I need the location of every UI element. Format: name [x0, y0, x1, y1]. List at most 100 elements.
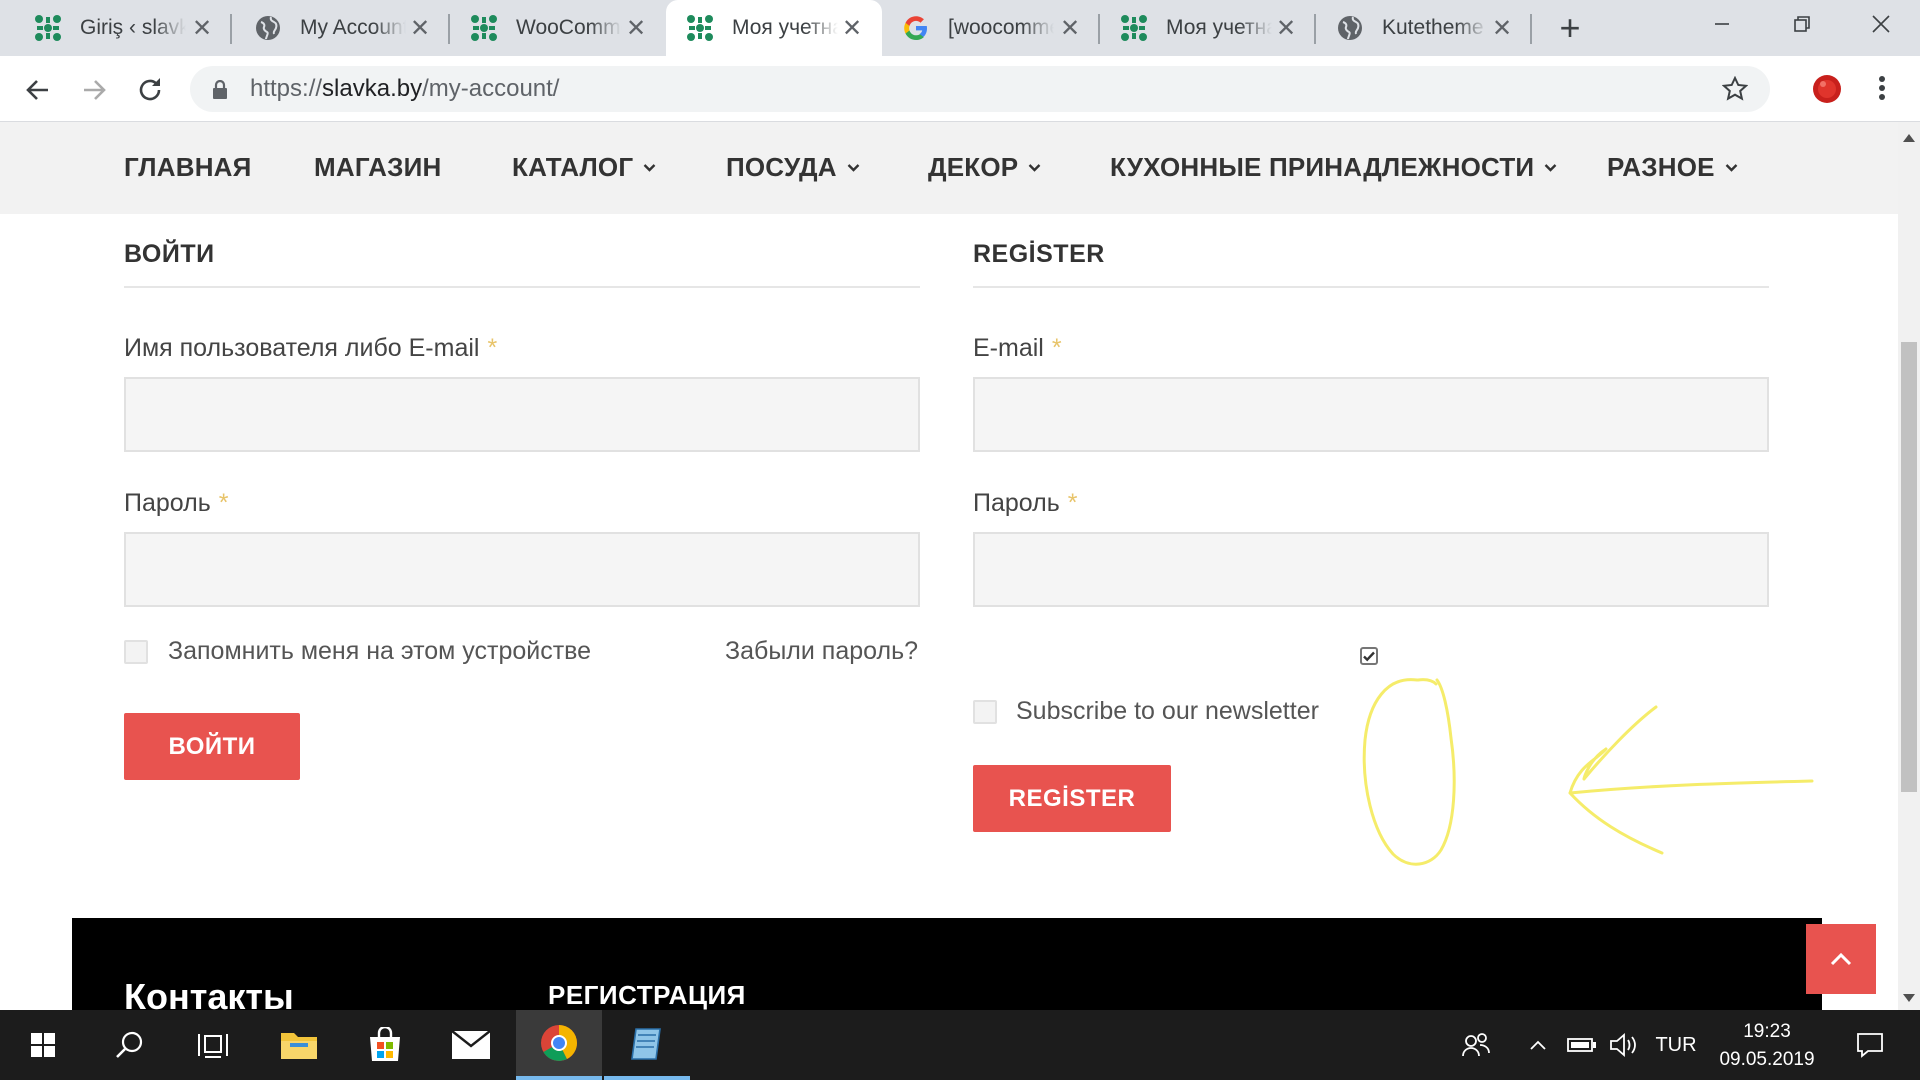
nav-item-dishes[interactable]: ПОСУДА — [726, 152, 860, 183]
yellow-annotation-circle-arrow — [1362, 678, 1814, 866]
remember-me-label: Запомнить меня на этом устройстве — [168, 637, 592, 665]
close-icon[interactable]: ✕ — [840, 15, 864, 42]
volume-icon[interactable] — [1606, 1010, 1640, 1080]
address-bar[interactable]: https://slavka.by/my-account/ — [190, 66, 1770, 112]
url-path: /my-account/ — [422, 75, 560, 102]
minimize-icon[interactable] — [1682, 0, 1762, 48]
globe-icon — [1336, 14, 1364, 42]
chrome-taskbar-icon[interactable] — [516, 1010, 602, 1080]
language-text: TUR — [1655, 1033, 1697, 1056]
system-clock[interactable]: 19:23 09.05.2019 — [1700, 1018, 1834, 1074]
nav-item-label: ГЛАВНАЯ — [124, 152, 252, 182]
chevron-down-icon — [643, 164, 656, 172]
tab-title: Моя учетная — [1166, 16, 1272, 39]
register-email-label: E-mail * — [973, 334, 1062, 363]
newsletter-checkbox[interactable] — [973, 700, 997, 724]
browser-tab-2[interactable]: My Account ✕ — [232, 0, 450, 56]
store-icon[interactable] — [342, 1010, 428, 1080]
divider — [124, 286, 920, 288]
browser-tab-1[interactable]: Giriş ‹ slavka ✕ — [0, 0, 232, 56]
url-scheme: https:// — [250, 75, 323, 102]
browser-tab-7[interactable]: Kutetheme ✕ — [1316, 0, 1532, 56]
login-password-label-text: Пароль — [124, 489, 211, 517]
browser-tab-strip: Giriş ‹ slavka ✕ My Account ✕ WooCommerc… — [0, 0, 1920, 56]
close-icon[interactable]: ✕ — [1490, 15, 1514, 42]
username-label: Имя пользователя либо E-mail * — [124, 334, 497, 363]
nav-item-label: КУХОННЫЕ ПРИНАДЛЕЖНОСТИ — [1110, 152, 1535, 182]
back-to-top-button[interactable] — [1806, 924, 1876, 994]
windows-taskbar: TUR 19:23 09.05.2019 — [0, 1010, 1920, 1080]
slavka-logo-icon — [470, 14, 498, 42]
nav-item-misc[interactable]: РАЗНОЕ — [1607, 152, 1738, 183]
task-view-icon[interactable] — [170, 1010, 256, 1080]
register-password-input[interactable] — [973, 532, 1769, 607]
browser-toolbar: https://slavka.by/my-account/ — [0, 56, 1920, 122]
browser-tab-5[interactable]: [woocommerce ✕ — [882, 0, 1100, 56]
windows-start-icon[interactable] — [0, 1010, 86, 1080]
chevron-down-icon — [1725, 164, 1738, 172]
search-icon[interactable] — [86, 1010, 172, 1080]
battery-icon[interactable] — [1564, 1010, 1600, 1080]
register-email-input[interactable] — [973, 377, 1769, 452]
close-window-icon[interactable] — [1842, 0, 1920, 48]
close-icon[interactable]: ✕ — [408, 15, 432, 42]
register-password-label: Пароль * — [973, 489, 1077, 518]
scroll-up-arrow-icon[interactable] — [1903, 134, 1915, 142]
close-icon[interactable]: ✕ — [1274, 15, 1298, 42]
chevron-down-icon — [1028, 164, 1041, 172]
extension-icon[interactable] — [1810, 72, 1844, 106]
new-tab-plus-icon[interactable]: + — [1552, 10, 1588, 46]
nav-item-home[interactable]: ГЛАВНАЯ — [124, 152, 252, 183]
forgot-password-link[interactable]: Забыли пароль? — [725, 637, 918, 666]
close-icon[interactable]: ✕ — [190, 15, 214, 42]
restore-window-icon[interactable] — [1762, 0, 1842, 48]
scrollbar-thumb[interactable] — [1901, 342, 1917, 792]
people-icon[interactable] — [1458, 1010, 1494, 1080]
notepad-app-icon[interactable] — [604, 1010, 690, 1080]
browser-tab-3[interactable]: WooCommerce ✕ — [450, 0, 666, 56]
login-button[interactable]: ВОЙТИ — [124, 713, 300, 780]
remember-me-checkbox[interactable] — [124, 640, 148, 664]
reload-icon[interactable] — [132, 72, 168, 108]
page-scrollbar[interactable] — [1898, 122, 1920, 1010]
register-password-label-text: Пароль — [973, 489, 1060, 517]
footer-contacts-title: Контакты — [124, 976, 294, 1010]
footer-registration-title: РЕГИСТРАЦИЯ — [548, 980, 746, 1010]
bookmark-star-icon[interactable] — [1721, 75, 1749, 102]
input-language[interactable]: TUR — [1650, 1010, 1702, 1080]
chevron-down-icon — [1544, 164, 1557, 172]
nav-item-decor[interactable]: ДЕКОР — [928, 152, 1041, 183]
tab-title: My Account — [300, 16, 406, 39]
mail-icon[interactable] — [428, 1010, 514, 1080]
close-icon[interactable]: ✕ — [624, 15, 648, 42]
chevron-up-icon[interactable] — [1524, 1010, 1552, 1080]
slavka-logo-icon — [1120, 14, 1148, 42]
register-button[interactable]: REGİSTER — [973, 765, 1171, 832]
url-host: slavka.by — [322, 75, 423, 102]
clock-time: 19:23 — [1743, 1021, 1791, 1042]
file-explorer-icon[interactable] — [256, 1010, 342, 1080]
nav-item-label: МАГАЗИН — [314, 152, 442, 182]
tab-title: WooCommerce — [516, 16, 622, 39]
browser-tab-6[interactable]: Моя учетная ✕ — [1100, 0, 1316, 56]
forward-arrow-icon[interactable] — [76, 72, 112, 108]
globe-icon — [254, 14, 282, 42]
browser-menu-icon[interactable] — [1868, 70, 1896, 106]
nav-item-shop[interactable]: МАГАЗИН — [314, 152, 441, 183]
lock-icon — [212, 78, 228, 100]
nav-item-catalog[interactable]: КАТАЛОГ — [512, 152, 656, 183]
main-navigation: ГЛАВНАЯ МАГАЗИН КАТАЛОГ ПОСУДА ДЕКОР КУХ… — [0, 122, 1898, 214]
notifications-icon[interactable] — [1840, 1010, 1900, 1080]
checkmark-icon — [1363, 651, 1375, 662]
page-viewport: ГЛАВНАЯ МАГАЗИН КАТАЛОГ ПОСУДА ДЕКОР КУХ… — [0, 122, 1898, 1010]
stray-checked-checkbox[interactable] — [1360, 647, 1378, 665]
tab-title: Giriş ‹ slavka — [80, 16, 186, 39]
scroll-down-arrow-icon[interactable] — [1903, 994, 1915, 1002]
back-arrow-icon[interactable] — [20, 72, 56, 108]
username-input[interactable] — [124, 377, 920, 452]
nav-item-kitchen[interactable]: КУХОННЫЕ ПРИНАДЛЕЖНОСТИ — [1110, 152, 1557, 183]
close-icon[interactable]: ✕ — [1058, 15, 1082, 42]
browser-tab-4-active[interactable]: Моя учетная ✕ — [666, 0, 882, 56]
login-password-input[interactable] — [124, 532, 920, 607]
login-password-label: Пароль * — [124, 489, 228, 518]
